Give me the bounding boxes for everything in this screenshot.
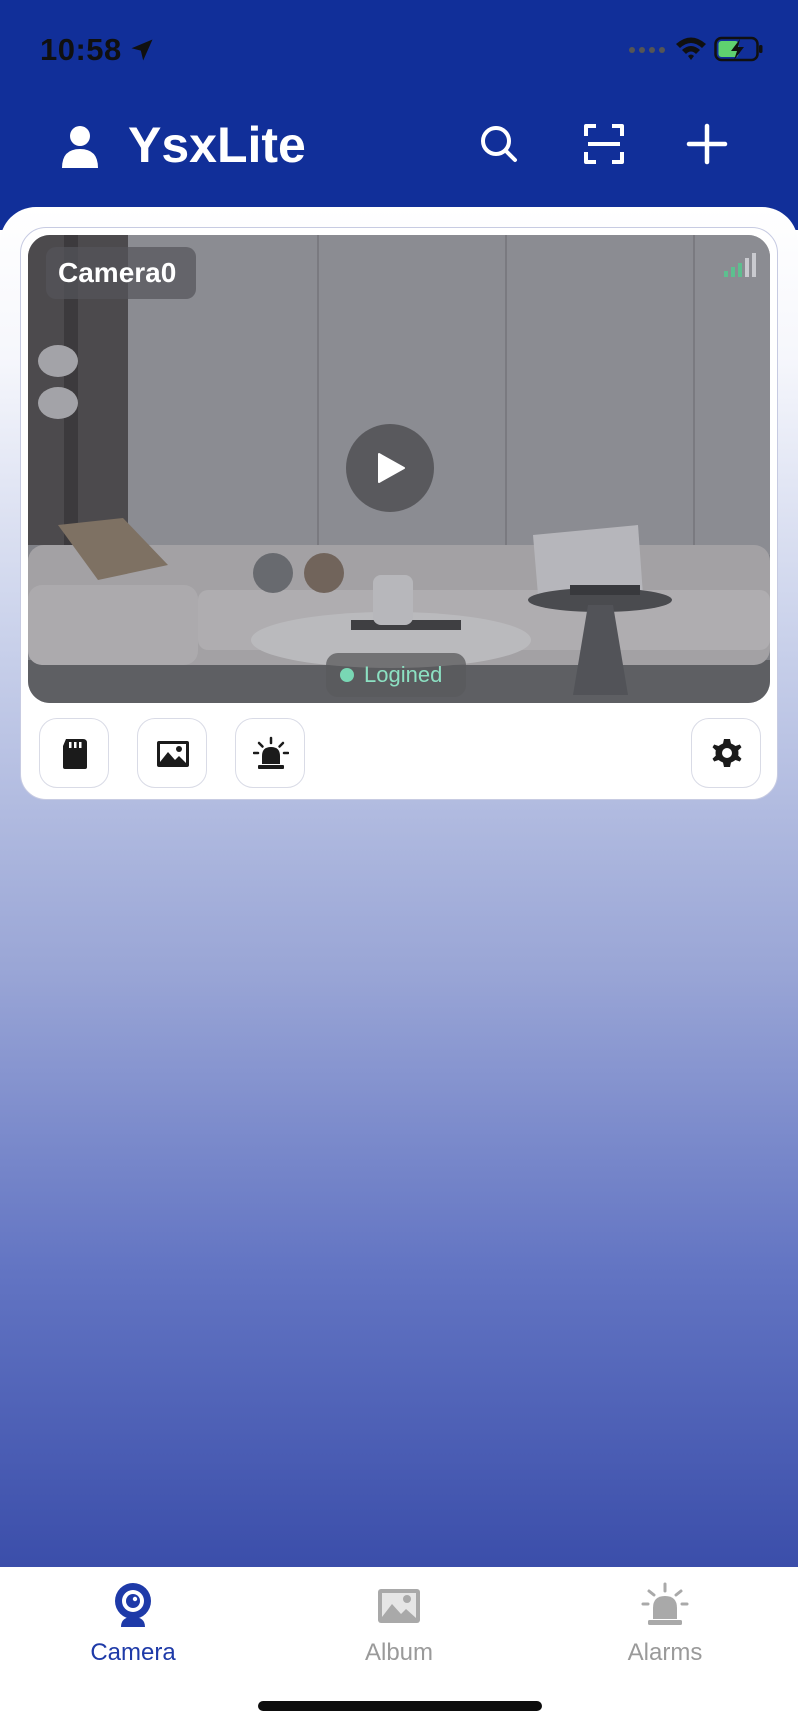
status-time: 10:58 xyxy=(40,32,122,67)
scan-icon xyxy=(584,124,624,164)
tab-alarms-label: Alarms xyxy=(627,1639,703,1666)
search-icon xyxy=(481,126,517,162)
wifi-icon xyxy=(676,37,706,60)
battery-charging-icon xyxy=(714,36,763,62)
top-header: 10:58 YsxLite xyxy=(0,0,798,230)
camera-preview[interactable]: Camera0 Logined xyxy=(28,235,770,703)
cellular-dots-icon xyxy=(629,47,665,53)
add-device-button[interactable] xyxy=(683,120,731,168)
status-bar: 10:58 xyxy=(0,28,798,72)
tab-album[interactable]: Album xyxy=(266,1567,532,1687)
home-indicator[interactable] xyxy=(258,1701,542,1711)
status-dot-icon xyxy=(340,668,354,682)
plus-icon xyxy=(686,123,728,165)
connection-status-text: Logined xyxy=(364,662,443,687)
app-title: YsxLite xyxy=(128,117,306,173)
tab-camera-label: Camera xyxy=(90,1639,176,1666)
scan-button[interactable] xyxy=(580,120,628,168)
camera-name-label: Camera0 xyxy=(46,247,197,299)
search-button[interactable] xyxy=(475,120,523,168)
tab-album-label: Album xyxy=(364,1639,434,1666)
camera-settings-button[interactable] xyxy=(691,718,761,788)
sd-card-icon xyxy=(63,739,87,769)
play-icon xyxy=(378,453,405,483)
camera-icon xyxy=(115,1583,151,1627)
location-arrow-icon xyxy=(131,39,153,61)
tab-camera[interactable]: Camera xyxy=(0,1567,266,1687)
alarm-button[interactable] xyxy=(235,718,305,788)
album-button[interactable] xyxy=(137,718,207,788)
tab-alarms[interactable]: Alarms xyxy=(532,1567,798,1687)
alarm-siren-icon xyxy=(641,1582,689,1625)
settings-gear-icon xyxy=(712,739,742,767)
play-button[interactable] xyxy=(346,424,434,512)
camera-card: Camera0 Logined xyxy=(20,227,778,800)
app-bar: YsxLite xyxy=(0,100,798,190)
signal-strength-icon xyxy=(724,253,756,277)
sd-card-button[interactable] xyxy=(39,718,109,788)
album-icon xyxy=(378,1589,420,1623)
connection-status-badge: Logined xyxy=(326,653,466,697)
user-icon[interactable] xyxy=(60,124,100,168)
album-icon xyxy=(157,741,189,767)
alarm-siren-icon xyxy=(253,736,289,769)
